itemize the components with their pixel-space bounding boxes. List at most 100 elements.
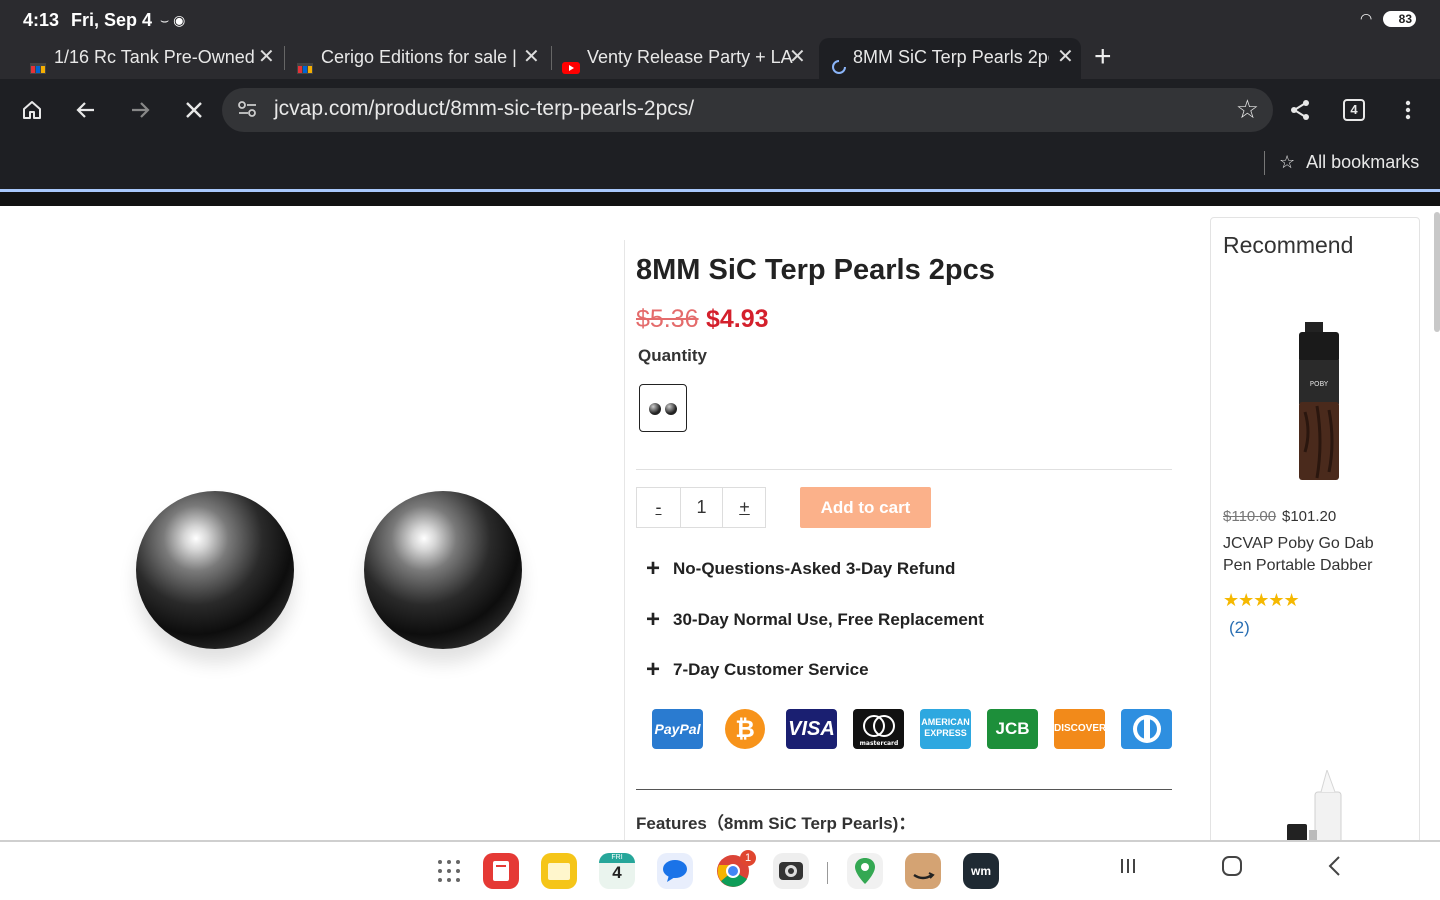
expand-plus-icon: + — [646, 656, 661, 683]
tab-divider — [551, 46, 552, 70]
qty-decrease-button[interactable]: - — [637, 488, 680, 527]
youtube-favicon — [561, 50, 581, 74]
recommended-price: $101.20 — [1282, 508, 1337, 525]
back-icon[interactable] — [66, 79, 106, 141]
amazon-app-icon[interactable] — [905, 853, 941, 889]
dock-divider — [827, 862, 828, 884]
divider — [636, 469, 1172, 470]
divider — [636, 789, 1172, 790]
web-page: 8MM SiC Terp Pearls 2pcs $5.36 $4.93 Qua… — [0, 206, 1440, 842]
add-to-cart-button[interactable]: Add to cart — [800, 487, 931, 528]
variant-swatch[interactable] — [639, 384, 687, 432]
ebay-favicon — [295, 50, 315, 74]
maps-app-icon[interactable] — [847, 853, 883, 889]
pearl-thumb — [665, 403, 677, 415]
recent-apps-icon[interactable] — [1113, 854, 1143, 885]
more-menu-icon[interactable] — [1388, 79, 1428, 141]
browser-toolbar: jcvap.com/product/8mm-sic-terp-pearls-2p… — [0, 79, 1440, 141]
visa-icon: VISA — [786, 709, 837, 749]
mastercard-icon: mastercard — [853, 709, 904, 749]
terp-pearl-right — [364, 491, 522, 649]
tab-title: 1/16 Rc Tank Pre-Owned — [54, 47, 255, 67]
back-nav-icon[interactable] — [1320, 854, 1350, 885]
quantity-label: Quantity — [638, 346, 707, 365]
clock: 4:13 — [23, 10, 60, 30]
terp-pearl-left — [136, 491, 294, 649]
forward-icon[interactable] — [120, 79, 160, 141]
weedmaps-app-icon[interactable]: wm — [963, 853, 999, 889]
original-price: $5.36 — [636, 305, 699, 333]
camera-app-icon[interactable] — [773, 853, 809, 889]
calendar-app-icon[interactable]: FRI 4 — [599, 853, 635, 889]
star-icon: ☆ — [1279, 152, 1296, 172]
diners-club-icon — [1121, 709, 1172, 749]
close-icon[interactable]: ✕ — [1057, 38, 1074, 76]
all-bookmarks-button[interactable]: ☆ All bookmarks — [1279, 152, 1419, 173]
all-bookmarks-label: All bookmarks — [1306, 152, 1420, 172]
site-settings-icon[interactable] — [236, 98, 258, 125]
tab-title: Cerigo Editions for sale | — [321, 47, 517, 67]
bookmarks-bar: ☆ All bookmarks — [0, 141, 1440, 189]
rating-stars: ★★★★★ — [1223, 590, 1300, 610]
product-title: 8MM SiC Terp Pearls 2pcs — [636, 254, 995, 286]
tab-youtube-venty[interactable]: Venty Release Party + LA ✕ — [561, 38, 811, 79]
system-status-bar: 4:13 Fri, Sep 4 ⌣ ◉ ◠ 83 — [0, 0, 1440, 38]
tab-ebay-cerigo[interactable]: Cerigo Editions for sale | ✕ — [295, 38, 545, 79]
home-icon[interactable] — [12, 79, 52, 141]
review-count-link[interactable]: (2) — [1229, 618, 1250, 638]
bookmark-star-icon[interactable]: ☆ — [1236, 94, 1259, 125]
jcb-icon: JCB — [987, 709, 1038, 749]
close-icon[interactable]: ✕ — [523, 38, 540, 76]
address-bar[interactable]: jcvap.com/product/8mm-sic-terp-pearls-2p… — [222, 88, 1273, 132]
recommend-title: Recommend — [1223, 232, 1354, 258]
pearl-thumb — [649, 403, 661, 415]
app-drawer-icon[interactable] — [436, 856, 462, 891]
tab-ebay-rc-tank[interactable]: 1/16 Rc Tank Pre-Owned ✕ — [28, 38, 278, 79]
svg-text:₿: ₿ — [735, 715, 755, 743]
recommended-product-name[interactable]: JCVAP Poby Go Dab Pen Portable Dabber — [1223, 533, 1403, 577]
date: Fri, Sep 4 — [71, 10, 153, 30]
recommended-product-image-2[interactable] — [1285, 768, 1347, 842]
tab-title: Venty Release Party + LA — [587, 47, 793, 67]
new-tab-button[interactable]: + — [1094, 40, 1112, 74]
sale-price: $4.93 — [706, 305, 769, 333]
loading-spinner-icon — [831, 50, 851, 74]
notes-app-icon[interactable] — [483, 853, 519, 889]
svg-text:POBY: POBY — [1310, 380, 1329, 388]
tab-jcvap-active[interactable]: 8MM SiC Terp Pearls 2pc ✕ — [819, 38, 1081, 79]
product-image[interactable] — [100, 436, 580, 716]
site-header-strip — [0, 192, 1440, 206]
share-icon[interactable] — [1280, 79, 1320, 141]
expand-plus-icon: + — [646, 606, 661, 633]
recommended-product-image[interactable]: POBY — [1291, 322, 1341, 480]
recommended-original-price: $110.00 — [1223, 508, 1277, 525]
quantity-stepper: - 1 + — [636, 487, 766, 528]
battery-indicator: 83 — [1383, 11, 1416, 27]
home-nav-icon[interactable] — [1217, 854, 1247, 885]
perk-label: 30-Day Normal Use, Free Replacement — [673, 610, 984, 629]
features-heading: Features（8mm SiC Terp Pearls)： — [636, 814, 916, 833]
qty-input[interactable]: 1 — [681, 488, 722, 527]
tab-strip: 1/16 Rc Tank Pre-Owned ✕ Cerigo Editions… — [0, 38, 1440, 79]
wifi-icon: ◠ — [1360, 10, 1373, 26]
page-scrollbar[interactable] — [1434, 212, 1440, 332]
discover-icon: DISCOVER — [1054, 709, 1105, 749]
close-icon[interactable]: ✕ — [258, 38, 275, 76]
notification-badge: 1 — [740, 850, 756, 866]
tab-divider — [284, 46, 285, 70]
tab-switcher-button[interactable]: 4 — [1343, 99, 1365, 121]
ebay-favicon — [28, 50, 48, 74]
recommend-panel: Recommend POBY $110.00 $101.20 JCVAP Pob… — [1210, 217, 1420, 842]
files-app-icon[interactable] — [541, 853, 577, 889]
svg-text:mastercard: mastercard — [860, 740, 899, 747]
url-text[interactable]: jcvap.com/product/8mm-sic-terp-pearls-2p… — [274, 97, 694, 121]
stop-loading-icon[interactable] — [174, 79, 214, 141]
qty-increase-button[interactable]: + — [723, 488, 766, 527]
messages-app-icon[interactable] — [657, 853, 693, 889]
amex-icon: AMERICAN EXPRESS — [920, 709, 971, 749]
paypal-icon: PayPal — [652, 709, 703, 749]
column-divider — [624, 240, 625, 840]
expand-plus-icon: + — [646, 555, 661, 582]
close-icon[interactable]: ✕ — [789, 38, 806, 76]
bitcoin-icon: ₿ — [719, 709, 770, 749]
